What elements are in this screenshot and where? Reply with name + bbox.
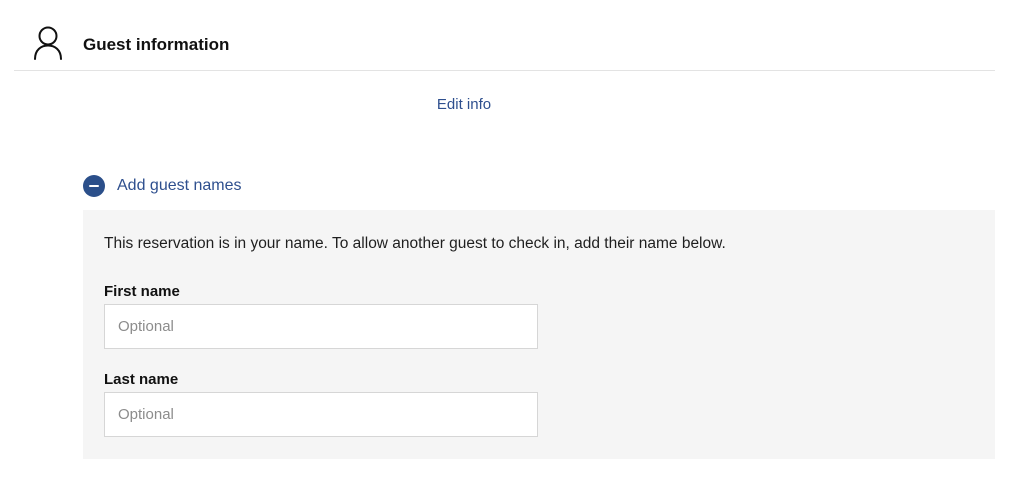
last-name-input[interactable]: [104, 392, 538, 437]
section-title: Guest information: [83, 35, 230, 54]
add-guest-names-label[interactable]: Add guest names: [117, 175, 242, 197]
edit-info-link[interactable]: Edit info: [0, 95, 928, 115]
minus-circle-icon[interactable]: [83, 175, 105, 197]
section-header: Guest information: [14, 0, 995, 71]
first-name-input[interactable]: [104, 304, 538, 349]
person-icon: [33, 26, 65, 62]
add-guest-names-toggle[interactable]: Add guest names: [83, 175, 242, 197]
first-name-label: First name: [104, 283, 180, 300]
last-name-label: Last name: [104, 371, 179, 388]
guest-names-note: This reservation is in your name. To all…: [104, 235, 726, 252]
guest-information-section: Guest information Edit info Add guest na…: [0, 0, 1024, 485]
guest-names-panel: This reservation is in your name. To all…: [83, 210, 995, 459]
